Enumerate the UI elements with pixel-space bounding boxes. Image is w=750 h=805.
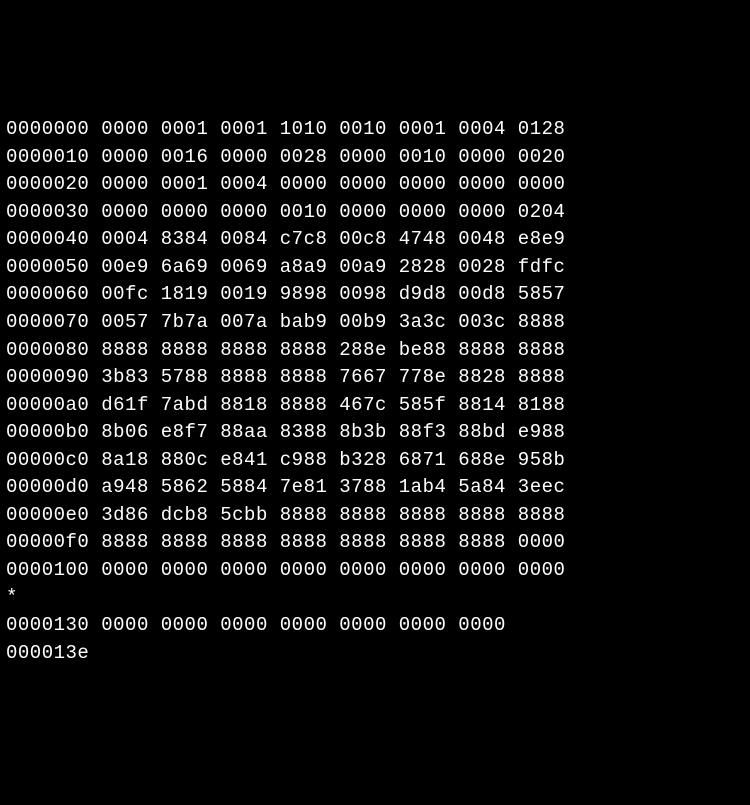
hex-words: 00fc 1819 0019 9898 0098 d9d8 00d8 5857 [101, 283, 565, 305]
hex-words: 0000 0016 0000 0028 0000 0010 0000 0020 [101, 146, 565, 168]
hex-offset: 0000090 [6, 366, 89, 388]
hex-words: d61f 7abd 8818 8888 467c 585f 8814 8188 [101, 394, 565, 416]
hexdump-line: 00000c0 8a18 880c e841 c988 b328 6871 68… [6, 447, 744, 475]
hex-offset: 0000070 [6, 311, 89, 333]
hexdump-line: 00000b0 8b06 e8f7 88aa 8388 8b3b 88f3 88… [6, 419, 744, 447]
hexdump-line: 00000e0 3d86 dcb8 5cbb 8888 8888 8888 88… [6, 502, 744, 530]
hex-offset: 00000d0 [6, 476, 89, 498]
hexdump-line: 0000090 3b83 5788 8888 8888 7667 778e 88… [6, 364, 744, 392]
hexdump-line: 0000020 0000 0001 0004 0000 0000 0000 00… [6, 171, 744, 199]
hex-offset: 0000060 [6, 283, 89, 305]
hexdump-line: 0000010 0000 0016 0000 0028 0000 0010 00… [6, 144, 744, 172]
hexdump-line: 0000130 0000 0000 0000 0000 0000 0000 00… [6, 612, 744, 640]
hex-offset: 00000e0 [6, 504, 89, 526]
hex-offset: 00000a0 [6, 394, 89, 416]
hex-words: 8888 8888 8888 8888 8888 8888 8888 0000 [101, 531, 565, 553]
hex-words: a948 5862 5884 7e81 3788 1ab4 5a84 3eec [101, 476, 565, 498]
hexdump-squeeze-marker: * [6, 584, 744, 612]
hexdump-line: 000013e [6, 640, 744, 668]
hex-words: 8888 8888 8888 8888 288e be88 8888 8888 [101, 339, 565, 361]
hexdump-line: 0000060 00fc 1819 0019 9898 0098 d9d8 00… [6, 281, 744, 309]
hexdump-line: 00000d0 a948 5862 5884 7e81 3788 1ab4 5a… [6, 474, 744, 502]
hex-words: 00e9 6a69 0069 a8a9 00a9 2828 0028 fdfc [101, 256, 565, 278]
hexdump-line: 0000100 0000 0000 0000 0000 0000 0000 00… [6, 557, 744, 585]
hexdump-output: 0000000 0000 0001 0001 1010 0010 0001 00… [6, 116, 744, 667]
hex-offset: 0000020 [6, 173, 89, 195]
hexdump-line: 0000030 0000 0000 0000 0010 0000 0000 00… [6, 199, 744, 227]
hex-offset: 00000b0 [6, 421, 89, 443]
hex-words: 3d86 dcb8 5cbb 8888 8888 8888 8888 8888 [101, 504, 565, 526]
hex-offset: 0000030 [6, 201, 89, 223]
hex-words: 0000 0000 0000 0000 0000 0000 0000 [101, 614, 506, 636]
hex-words: 0000 0000 0000 0010 0000 0000 0000 0204 [101, 201, 565, 223]
hex-words: 0000 0001 0004 0000 0000 0000 0000 0000 [101, 173, 565, 195]
hex-offset: 0000130 [6, 614, 89, 636]
hexdump-line: 0000080 8888 8888 8888 8888 288e be88 88… [6, 337, 744, 365]
hex-offset: 00000c0 [6, 449, 89, 471]
hexdump-line: 0000000 0000 0001 0001 1010 0010 0001 00… [6, 116, 744, 144]
hex-offset: 0000050 [6, 256, 89, 278]
hex-offset: 0000100 [6, 559, 89, 581]
hexdump-line: 0000070 0057 7b7a 007a bab9 00b9 3a3c 00… [6, 309, 744, 337]
hex-offset: 0000080 [6, 339, 89, 361]
hex-words: 0000 0000 0000 0000 0000 0000 0000 0000 [101, 559, 565, 581]
hex-offset: 0000000 [6, 118, 89, 140]
hex-words: 0004 8384 0084 c7c8 00c8 4748 0048 e8e9 [101, 228, 565, 250]
hex-words: 0000 0001 0001 1010 0010 0001 0004 0128 [101, 118, 565, 140]
hex-words: 8b06 e8f7 88aa 8388 8b3b 88f3 88bd e988 [101, 421, 565, 443]
hex-words: 8a18 880c e841 c988 b328 6871 688e 958b [101, 449, 565, 471]
hexdump-line: 00000a0 d61f 7abd 8818 8888 467c 585f 88… [6, 392, 744, 420]
hex-words: 3b83 5788 8888 8888 7667 778e 8828 8888 [101, 366, 565, 388]
hexdump-line: 0000050 00e9 6a69 0069 a8a9 00a9 2828 00… [6, 254, 744, 282]
hex-offset: 0000010 [6, 146, 89, 168]
hexdump-line: 0000040 0004 8384 0084 c7c8 00c8 4748 00… [6, 226, 744, 254]
hex-offset: 000013e [6, 642, 89, 664]
hex-words: 0057 7b7a 007a bab9 00b9 3a3c 003c 8888 [101, 311, 565, 333]
hexdump-line: 00000f0 8888 8888 8888 8888 8888 8888 88… [6, 529, 744, 557]
hex-offset: 00000f0 [6, 531, 89, 553]
hex-offset: 0000040 [6, 228, 89, 250]
